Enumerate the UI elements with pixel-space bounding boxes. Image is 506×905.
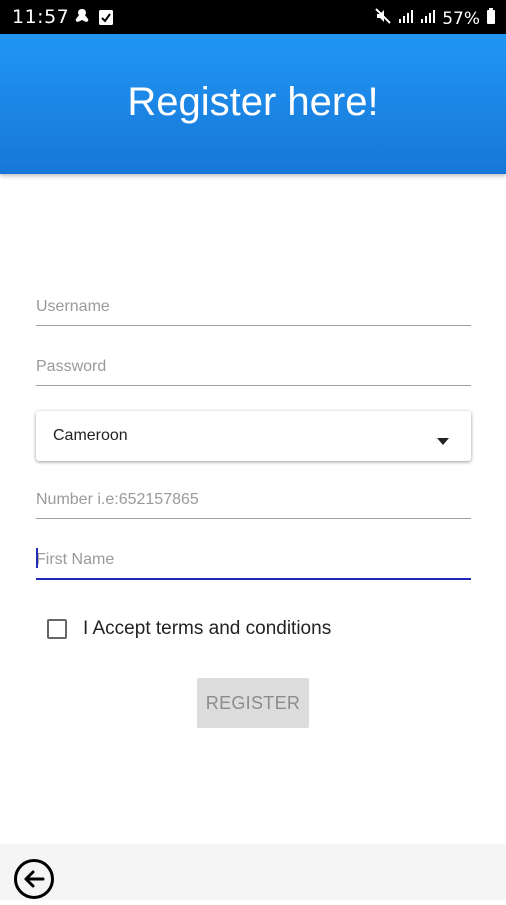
dropdown-arrow-icon: [437, 432, 449, 450]
status-right: 57%: [374, 7, 496, 30]
battery-percent: 57%: [442, 8, 480, 29]
terms-checkbox[interactable]: [47, 619, 67, 639]
username-field[interactable]: [36, 289, 471, 326]
text-cursor: [36, 548, 38, 568]
signal-icon: [420, 8, 436, 29]
header-banner: Register here!: [0, 34, 506, 174]
country-selected-value: Cameroon: [53, 427, 128, 444]
checklist-icon: [98, 8, 114, 30]
notification-icon: [74, 8, 90, 30]
bottom-bar: [0, 844, 506, 900]
mute-icon: [374, 7, 392, 30]
status-time: 11:57: [12, 6, 70, 28]
status-left-icons: [74, 8, 114, 30]
terms-checkbox-row[interactable]: I Accept terms and conditions: [47, 618, 331, 640]
phone-number-field[interactable]: [36, 482, 471, 519]
status-bar: 11:57 57%: [0, 0, 506, 34]
register-button[interactable]: REGISTER: [197, 678, 309, 728]
password-field[interactable]: [36, 349, 471, 386]
back-arrow-icon[interactable]: [13, 858, 55, 905]
country-dropdown[interactable]: Cameroon: [36, 411, 471, 461]
battery-icon: [486, 7, 496, 30]
terms-label: I Accept terms and conditions: [83, 618, 332, 639]
signal-icon: [398, 8, 414, 29]
page-title: Register here!: [127, 80, 379, 124]
first-name-field[interactable]: [36, 542, 471, 580]
